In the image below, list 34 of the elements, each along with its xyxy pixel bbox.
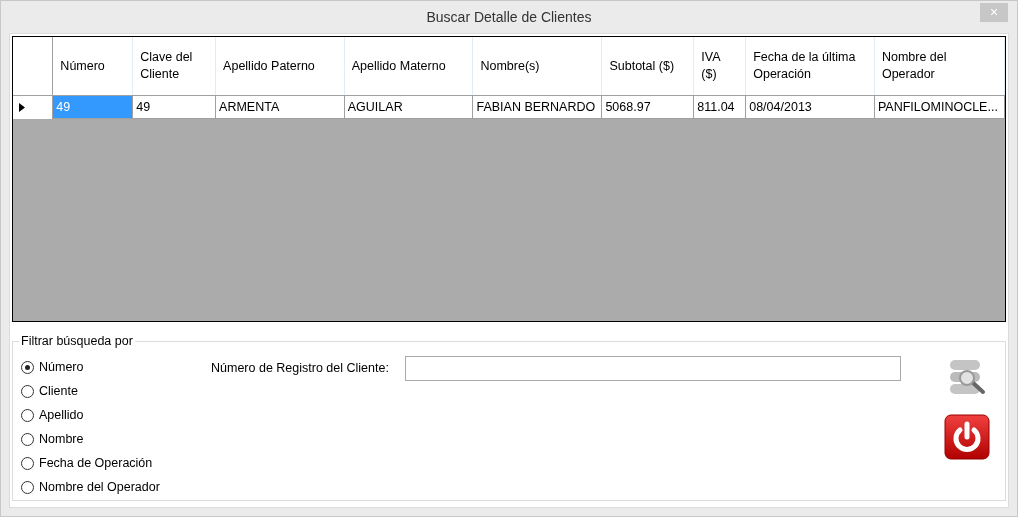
- radio-button[interactable]: [21, 456, 34, 470]
- radio-option[interactable]: Apellido: [21, 406, 211, 424]
- power-icon: [944, 414, 990, 460]
- power-button[interactable]: [944, 414, 990, 460]
- column-header[interactable]: Apellido Paterno: [215, 37, 345, 96]
- radio-button[interactable]: [21, 408, 34, 422]
- column-header[interactable]: Nombre(s): [472, 37, 602, 96]
- current-row-icon: [19, 102, 25, 112]
- column-header[interactable]: Apellido Materno: [344, 37, 473, 96]
- column-header[interactable]: Subtotal ($): [601, 37, 694, 96]
- column-header[interactable]: Nombre del Operador: [874, 37, 1005, 96]
- radio-option[interactable]: Fecha de Operación: [21, 454, 211, 472]
- column-header[interactable]: Clave del Cliente: [132, 37, 216, 96]
- table-cell[interactable]: ARMENTA: [215, 95, 345, 119]
- radio-option[interactable]: Cliente: [21, 382, 211, 400]
- row-header[interactable]: [13, 95, 53, 119]
- table-cell[interactable]: 08/04/2013: [745, 95, 875, 119]
- input-field[interactable]: [404, 356, 901, 381]
- window-title: Buscar Detalle de Clientes: [426, 9, 592, 25]
- field-label: Número de Registro del Cliente:: [211, 360, 389, 377]
- column-header[interactable]: Fecha de la última Operación: [745, 37, 875, 96]
- table-cell[interactable]: AGUILAR: [344, 95, 473, 119]
- radio-option[interactable]: Número: [21, 358, 211, 376]
- table-cell[interactable]: FABIAN BERNARDO: [472, 95, 602, 119]
- radio-button[interactable]: [21, 360, 34, 374]
- radio-button[interactable]: [21, 480, 34, 494]
- column-header[interactable]: IVA ($): [693, 37, 746, 96]
- table-cell[interactable]: PANFILOMINOCLE...: [874, 95, 1005, 119]
- column-header[interactable]: Número: [52, 37, 133, 96]
- radio-option[interactable]: Nombre: [21, 430, 211, 448]
- group-title: Filtrar búsqueda por: [20, 334, 134, 348]
- radio-button[interactable]: [21, 384, 34, 398]
- radio-button[interactable]: [21, 432, 34, 446]
- radio-option[interactable]: Nombre del Operador: [21, 478, 211, 496]
